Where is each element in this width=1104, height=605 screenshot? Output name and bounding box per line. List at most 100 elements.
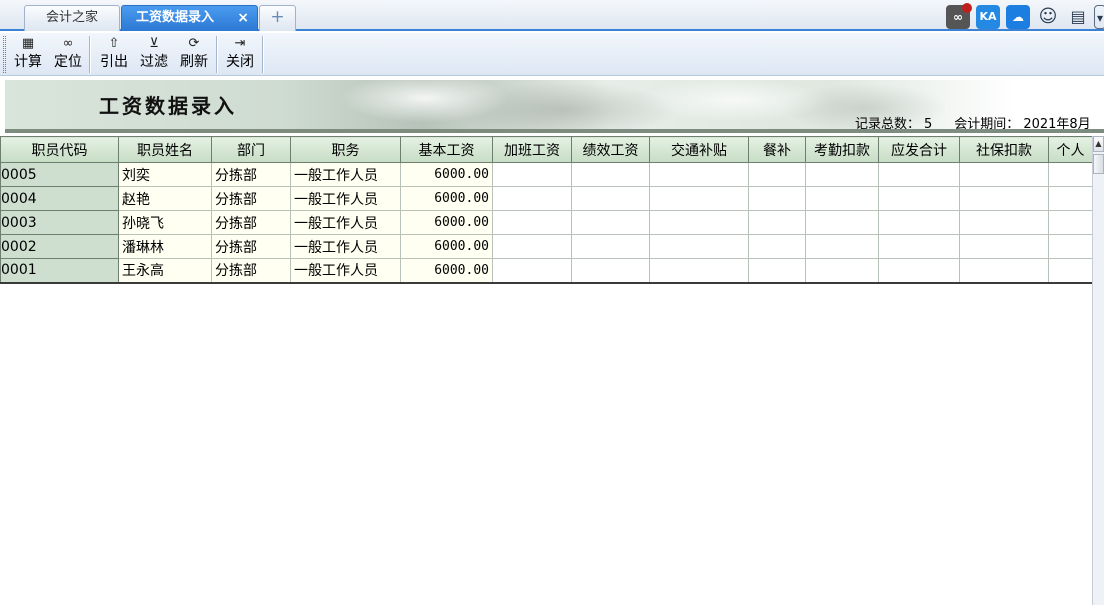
department-cell[interactable]: 分拣部	[211, 186, 291, 211]
social-security-cell[interactable]	[959, 258, 1049, 284]
col-header-gross-total[interactable]: 应发合计	[878, 136, 960, 163]
performance-pay-cell[interactable]	[571, 258, 650, 284]
employee-code-cell[interactable]: 0003	[0, 210, 119, 235]
performance-pay-cell[interactable]	[571, 162, 650, 187]
performance-pay-cell[interactable]	[571, 234, 650, 259]
base-salary-cell[interactable]: 6000.00	[400, 234, 493, 259]
personal-cell[interactable]	[1048, 234, 1093, 259]
employee-name-cell[interactable]: 刘奕	[118, 162, 212, 187]
col-header-base-salary[interactable]: 基本工资	[400, 136, 493, 163]
gross-total-cell[interactable]	[878, 162, 960, 187]
close-icon[interactable]: ×	[237, 6, 249, 30]
base-salary-cell[interactable]: 6000.00	[400, 210, 493, 235]
col-header-performance-pay[interactable]: 绩效工资	[571, 136, 650, 163]
base-salary-cell[interactable]: 6000.00	[400, 186, 493, 211]
transport-allowance-cell[interactable]	[649, 234, 749, 259]
table-row[interactable]: 0001 王永高 分拣部 一般工作人员 6000.00	[0, 258, 1093, 284]
vertical-scrollbar[interactable]: ▲	[1092, 136, 1104, 605]
gross-total-cell[interactable]	[878, 234, 960, 259]
meal-allowance-cell[interactable]	[748, 162, 806, 187]
performance-pay-cell[interactable]	[571, 210, 650, 235]
position-cell[interactable]: 一般工作人员	[290, 186, 401, 211]
filter-button[interactable]: ⊻ 过滤	[137, 35, 171, 73]
refresh-button[interactable]: ⟳ 刷新	[177, 35, 211, 73]
position-cell[interactable]: 一般工作人员	[290, 234, 401, 259]
department-cell[interactable]: 分拣部	[211, 162, 291, 187]
department-cell[interactable]: 分拣部	[211, 258, 291, 284]
scrollbar-thumb[interactable]	[1093, 154, 1104, 174]
overtime-pay-cell[interactable]	[492, 234, 572, 259]
col-header-employee-name[interactable]: 职员姓名	[118, 136, 212, 163]
attendance-deduction-cell[interactable]	[805, 258, 879, 284]
meal-allowance-cell[interactable]	[748, 186, 806, 211]
employee-name-cell[interactable]: 赵艳	[118, 186, 212, 211]
meal-allowance-cell[interactable]	[748, 234, 806, 259]
overtime-pay-cell[interactable]	[492, 162, 572, 187]
personal-cell[interactable]	[1048, 258, 1093, 284]
attendance-deduction-cell[interactable]	[805, 234, 879, 259]
table-row[interactable]: 0004 赵艳 分拣部 一般工作人员 6000.00	[0, 186, 1093, 211]
position-cell[interactable]: 一般工作人员	[290, 210, 401, 235]
table-row[interactable]: 0002 潘琳林 分拣部 一般工作人员 6000.00	[0, 234, 1093, 259]
employee-code-cell[interactable]: 0005	[0, 162, 119, 187]
personal-cell[interactable]	[1048, 162, 1093, 187]
transport-allowance-cell[interactable]	[649, 258, 749, 284]
attendance-deduction-cell[interactable]	[805, 186, 879, 211]
overtime-pay-cell[interactable]	[492, 258, 572, 284]
col-header-transport-allowance[interactable]: 交通补贴	[649, 136, 749, 163]
tab-accounting-home[interactable]: 会计之家	[24, 5, 120, 31]
transport-allowance-cell[interactable]	[649, 162, 749, 187]
link-icon[interactable]: ∞	[946, 3, 972, 29]
social-security-cell[interactable]	[959, 234, 1049, 259]
scroll-up-icon[interactable]: ▲	[1093, 136, 1104, 152]
message-icon[interactable]: ▤	[1066, 5, 1090, 29]
calculate-button[interactable]: ▦ 计算	[11, 35, 45, 73]
gross-total-cell[interactable]	[878, 186, 960, 211]
social-security-cell[interactable]	[959, 162, 1049, 187]
col-header-overtime-pay[interactable]: 加班工资	[492, 136, 572, 163]
position-cell[interactable]: 一般工作人员	[290, 162, 401, 187]
employee-name-cell[interactable]: 王永高	[118, 258, 212, 284]
personal-cell[interactable]	[1048, 186, 1093, 211]
col-header-department[interactable]: 部门	[211, 136, 291, 163]
dropdown-icon[interactable]: ▾	[1094, 5, 1104, 29]
attendance-deduction-cell[interactable]	[805, 162, 879, 187]
performance-pay-cell[interactable]	[571, 186, 650, 211]
table-row[interactable]: 0003 孙晓飞 分拣部 一般工作人员 6000.00	[0, 210, 1093, 235]
col-header-position[interactable]: 职务	[290, 136, 401, 163]
meal-allowance-cell[interactable]	[748, 258, 806, 284]
transport-allowance-cell[interactable]	[649, 210, 749, 235]
employee-code-cell[interactable]: 0001	[0, 258, 119, 284]
personal-cell[interactable]	[1048, 210, 1093, 235]
tab-salary-entry[interactable]: 工资数据录入 ×	[121, 5, 258, 31]
department-cell[interactable]: 分拣部	[211, 210, 291, 235]
gross-total-cell[interactable]	[878, 258, 960, 284]
social-security-cell[interactable]	[959, 210, 1049, 235]
social-security-cell[interactable]	[959, 186, 1049, 211]
toolbar-grip[interactable]	[3, 36, 6, 73]
department-cell[interactable]: 分拣部	[211, 234, 291, 259]
col-header-social-security[interactable]: 社保扣款	[959, 136, 1049, 163]
meal-allowance-cell[interactable]	[748, 210, 806, 235]
col-header-personal[interactable]: 个人	[1048, 136, 1093, 163]
employee-code-cell[interactable]: 0002	[0, 234, 119, 259]
employee-name-cell[interactable]: 孙晓飞	[118, 210, 212, 235]
cloud-icon[interactable]: ☁	[1006, 5, 1030, 29]
base-salary-cell[interactable]: 6000.00	[400, 258, 493, 284]
ka-icon[interactable]: KA	[976, 5, 1000, 29]
base-salary-cell[interactable]: 6000.00	[400, 162, 493, 187]
export-button[interactable]: ⇧ 引出	[97, 35, 131, 73]
locate-button[interactable]: ∞ 定位	[51, 35, 85, 73]
overtime-pay-cell[interactable]	[492, 186, 572, 211]
position-cell[interactable]: 一般工作人员	[290, 258, 401, 284]
col-header-attendance-deduction[interactable]: 考勤扣款	[805, 136, 879, 163]
smile-icon[interactable]: ☺	[1036, 5, 1060, 29]
employee-name-cell[interactable]: 潘琳林	[118, 234, 212, 259]
col-header-meal-allowance[interactable]: 餐补	[748, 136, 806, 163]
attendance-deduction-cell[interactable]	[805, 210, 879, 235]
add-tab-button[interactable]: +	[259, 5, 296, 31]
transport-allowance-cell[interactable]	[649, 186, 749, 211]
employee-code-cell[interactable]: 0004	[0, 186, 119, 211]
close-button[interactable]: ⇥ 关闭	[222, 35, 258, 73]
gross-total-cell[interactable]	[878, 210, 960, 235]
